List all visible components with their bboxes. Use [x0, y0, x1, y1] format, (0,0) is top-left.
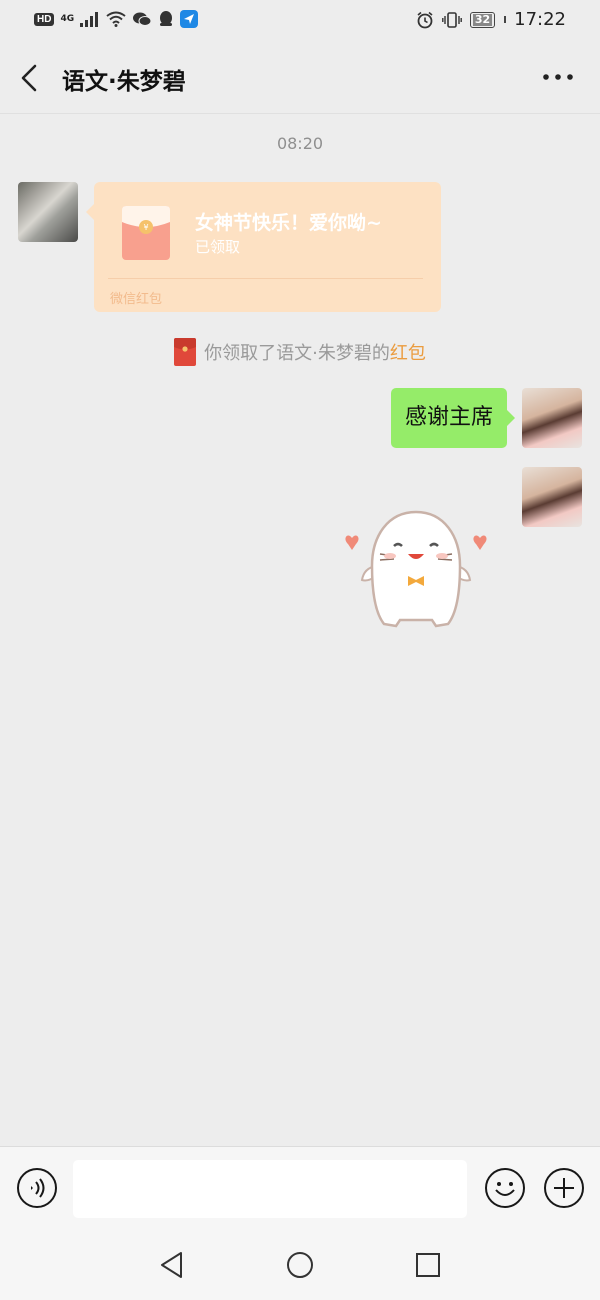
hd-badge: HD [34, 12, 55, 26]
red-packet-divider [108, 278, 423, 279]
plus-icon[interactable] [543, 1167, 585, 1209]
status-bar: HD 4G 32 17:22 [0, 0, 600, 42]
svg-text:¥: ¥ [143, 223, 148, 232]
chat-title: 语文·朱梦碧 [62, 69, 186, 95]
red-packet-icon: ¥ [122, 206, 170, 260]
system-navigation-bar [0, 1230, 600, 1300]
red-packet-message[interactable]: ¥ 女神节快乐！爱你呦~ 已领取 微信红包 [86, 182, 441, 312]
red-packet-link[interactable]: 红包 [390, 339, 426, 365]
message-timestamp: 08:20 [276, 134, 324, 153]
seal-sticker-icon[interactable] [336, 506, 496, 636]
small-red-packet-icon [174, 338, 197, 366]
status-time: 17:22 [514, 9, 566, 30]
battery-tip [504, 16, 507, 23]
chat-header: 语文·朱梦碧 [0, 42, 600, 114]
my-avatar[interactable] [522, 388, 582, 448]
message-input[interactable] [73, 1160, 467, 1218]
alarm-icon [417, 11, 433, 28]
wechat-icon [133, 12, 152, 26]
red-packet-label: 微信红包 [110, 292, 163, 307]
system-message-text: 你领取了语文·朱梦碧的 [204, 343, 390, 364]
battery-level: 32 [472, 12, 493, 26]
status-left: HD 4G [34, 10, 199, 28]
network-type: 4G [60, 13, 75, 24]
nav-home-icon[interactable] [285, 1250, 315, 1280]
nav-back-icon[interactable] [157, 1250, 187, 1280]
more-dots-icon[interactable] [540, 64, 576, 90]
nav-recents-icon[interactable] [413, 1250, 443, 1280]
input-bar [0, 1146, 600, 1230]
wifi-icon [106, 11, 126, 27]
back-arrow-icon[interactable] [14, 62, 46, 94]
my-avatar-2[interactable] [522, 467, 582, 527]
sent-text-message[interactable]: 感谢主席 [390, 388, 516, 448]
app-notification-icon [180, 10, 199, 28]
battery-indicator: 32 [469, 11, 496, 28]
system-message: 你领取了语文·朱梦碧的 红包 [0, 338, 600, 366]
voice-icon[interactable] [16, 1167, 58, 1209]
vibrate-icon [441, 11, 462, 28]
status-right: 32 17:22 [416, 9, 566, 30]
contact-avatar[interactable] [18, 182, 78, 242]
red-packet-greeting: 女神节快乐！爱你呦~ [195, 212, 382, 234]
red-packet-status: 已领取 [195, 238, 241, 256]
signal-icon [80, 12, 99, 27]
emoji-icon[interactable] [484, 1167, 526, 1209]
qq-icon [160, 11, 173, 26]
